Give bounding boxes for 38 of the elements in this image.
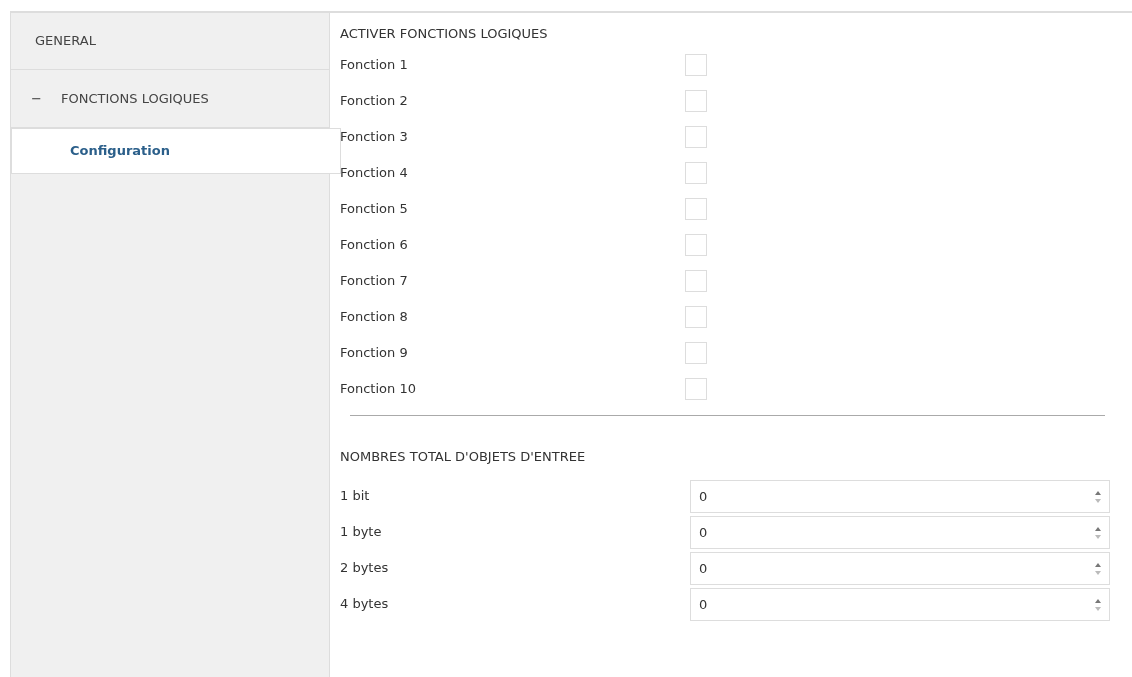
spinner-arrows-icon[interactable]	[1094, 489, 1102, 504]
field-label: 1 byte	[340, 523, 383, 542]
number-spinner[interactable]: 0	[690, 479, 1110, 513]
field-label: 4 bytes	[340, 595, 390, 614]
field-label: Fonction 7	[340, 272, 409, 291]
spinner-arrows-icon[interactable]	[1094, 597, 1102, 612]
field-label: 1 bit	[340, 487, 371, 506]
checkbox[interactable]	[685, 378, 707, 400]
field-label: Fonction 5	[340, 200, 409, 219]
section-title: NOMBRES TOTAL D'OBJETS D'ENTREE	[340, 448, 587, 467]
number-spinner[interactable]: 0	[690, 515, 1110, 549]
field-label: Fonction 6	[340, 236, 409, 255]
checkbox[interactable]	[685, 162, 707, 184]
sidebar-label: FONCTIONS LOGIQUES	[61, 89, 209, 108]
collapse-toggle[interactable]: −	[31, 88, 61, 109]
checkbox[interactable]	[685, 342, 707, 364]
spinner-arrows-icon[interactable]	[1094, 525, 1102, 540]
field-label: Fonction 1	[340, 56, 409, 75]
checkbox[interactable]	[685, 270, 707, 292]
field-label: Fonction 10	[340, 380, 417, 399]
checkbox[interactable]	[685, 54, 707, 76]
field-label: Fonction 2	[340, 92, 409, 111]
sidebar-item[interactable]: Configuration	[11, 128, 341, 174]
number-spinner[interactable]: 0	[690, 551, 1110, 585]
checkbox[interactable]	[685, 306, 707, 328]
checkbox[interactable]	[685, 234, 707, 256]
field-label: Fonction 3	[340, 128, 409, 147]
field-label: Fonction 8	[340, 308, 409, 327]
checkbox[interactable]	[685, 90, 707, 112]
field-label: Fonction 4	[340, 164, 409, 183]
number-spinner[interactable]: 0	[690, 587, 1110, 621]
field-label: 2 bytes	[340, 559, 390, 578]
field-label: Fonction 9	[340, 344, 409, 363]
checkbox[interactable]	[685, 198, 707, 220]
spinner-arrows-icon[interactable]	[1094, 561, 1102, 576]
section-title: ACTIVER FONCTIONS LOGIQUES	[340, 25, 549, 44]
checkbox[interactable]	[685, 126, 707, 148]
sidebar-item[interactable]: GENERAL	[11, 13, 329, 70]
